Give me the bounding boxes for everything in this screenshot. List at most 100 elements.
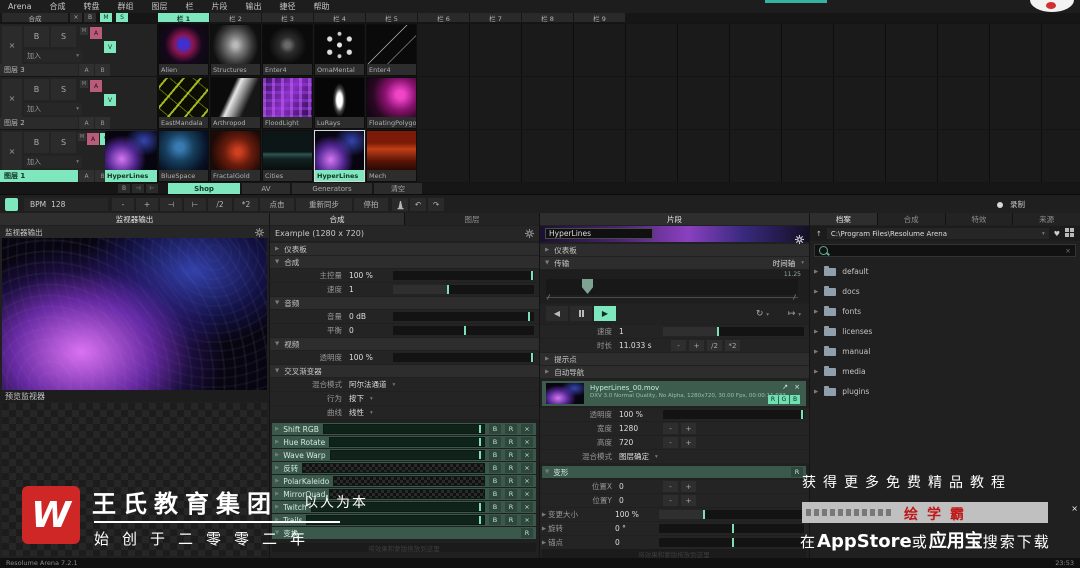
tab-effects[interactable]: 特效 (945, 213, 1013, 225)
clip-cell[interactable]: Mech (366, 130, 417, 182)
tab-composition[interactable]: 合成 (270, 213, 404, 225)
effect-remove-button[interactable]: × (521, 476, 533, 486)
clip-cell[interactable]: Arthropod (210, 77, 261, 129)
pan-slider[interactable] (393, 326, 534, 335)
anchor-slider[interactable] (659, 538, 804, 547)
effect-row-wave-warp[interactable]: ▶ Wave Warp B R × (272, 449, 536, 461)
layer-join-dropdown[interactable]: 加入 ▾ (24, 50, 82, 62)
effect-bypass-button[interactable]: B (489, 502, 501, 512)
composition-s-toggle[interactable]: S (116, 13, 128, 22)
empty-clip-cells[interactable] (418, 130, 1080, 182)
v-toggle[interactable]: V (104, 94, 116, 106)
effect-opacity-slider[interactable] (322, 424, 485, 434)
deck-prev-icon[interactable]: ⊣ (132, 184, 144, 193)
posy-increase-button[interactable]: + (681, 495, 696, 506)
effect-opacity-slider[interactable] (329, 437, 485, 447)
section-composition[interactable]: ▼ 合成 (270, 256, 539, 268)
menu-clip[interactable]: 片段 (211, 1, 227, 12)
a-toggle[interactable]: A (90, 80, 102, 92)
section-video[interactable]: ▼ 视频 (270, 338, 539, 350)
crossfader-a-cell[interactable]: A (79, 64, 94, 76)
effect-reset-button[interactable]: R (505, 502, 517, 512)
param-value[interactable]: 11.033 s (619, 341, 671, 350)
layer-bypass-button[interactable]: B (24, 79, 49, 100)
loop-mode-icon[interactable]: ↻ ▾ (756, 309, 769, 319)
section-dashboard[interactable]: ▶ 仪表板 (270, 243, 539, 255)
clip-cell[interactable]: FloodLight (262, 77, 313, 129)
effect-remove-button[interactable]: × (521, 437, 533, 447)
view-grid-icon[interactable] (1065, 228, 1074, 239)
menu-column[interactable]: 栏 (185, 1, 193, 12)
empty-clip-cells[interactable] (418, 24, 1080, 76)
menu-group[interactable]: 群组 (117, 1, 133, 12)
metronome-icon[interactable] (392, 198, 408, 211)
param-value[interactable]: 100 % (619, 410, 663, 419)
layer-solo-button[interactable]: S (51, 26, 76, 47)
column-header-7[interactable]: 栏 7 (470, 13, 521, 23)
effect-row-hue-rotate[interactable]: ▶ Hue Rotate B R × (272, 436, 536, 448)
m-toggle[interactable]: M (80, 27, 88, 35)
posy-decrease-button[interactable]: - (663, 495, 678, 506)
beat-nudge-right-button[interactable]: ⊢ (184, 198, 206, 211)
height-increase-button[interactable]: + (681, 437, 696, 448)
clip-cell[interactable]: BlueSpace (158, 130, 209, 182)
column-header-8[interactable]: 栏 8 (522, 13, 573, 23)
up-directory-icon[interactable]: ↑ (816, 230, 822, 238)
effect-bypass-button[interactable]: B (489, 424, 501, 434)
column-header-4[interactable]: 栏 4 (314, 13, 365, 23)
deck-tab-av[interactable]: AV (242, 183, 290, 194)
a-toggle[interactable]: A (87, 133, 99, 145)
deck-tab-shop[interactable]: Shop (168, 183, 240, 194)
bpm-half-button[interactable]: /2 (208, 198, 232, 211)
bpm-resync-button[interactable]: 重新同步 (296, 198, 352, 211)
effect-remove-button[interactable]: × (521, 515, 533, 525)
crossfader-b-cell[interactable]: B (95, 64, 110, 76)
blend-mode-dropdown[interactable]: 阿尔法通道 ▾ (349, 379, 395, 390)
opacity-slider[interactable] (393, 353, 534, 362)
behaviour-dropdown[interactable]: 按下 ▾ (349, 393, 373, 404)
tab-clip[interactable]: 片段 (540, 213, 809, 225)
effect-reset-button[interactable]: R (505, 515, 517, 525)
layer-name[interactable]: 图层 1 (0, 170, 78, 182)
clip-cell[interactable]: Cities (262, 130, 313, 182)
layer-name[interactable]: 图层 2 (0, 117, 78, 129)
section-crossfader[interactable]: ▼ 交叉渐变器 (270, 365, 539, 377)
clip-cell[interactable]: Enter4 (366, 24, 417, 76)
beat-nudge-left-button[interactable]: ⊣ (160, 198, 182, 211)
effect-bypass-button[interactable]: B (489, 437, 501, 447)
curve-dropdown[interactable]: 线性 ▾ (349, 407, 373, 418)
effect-bypass-button[interactable]: B (489, 515, 501, 525)
layer-join-dropdown[interactable]: 加入 ▾ (24, 156, 82, 168)
section-transform[interactable]: ▼ 变形 R (542, 466, 806, 478)
param-value[interactable]: 720 (619, 438, 663, 447)
layer-x-button[interactable]: × (2, 132, 22, 170)
column-header-1[interactable]: 栏 1 (158, 13, 209, 23)
effect-reset-button[interactable]: R (505, 424, 517, 434)
crossfader-a-cell[interactable]: A (79, 170, 94, 182)
menu-help[interactable]: 帮助 (313, 1, 329, 12)
effect-opacity-slider[interactable] (333, 476, 485, 486)
clip-cell-selected[interactable]: HyperLines (314, 130, 365, 182)
effect-row-shift-rgb[interactable]: ▶ Shift RGB B R × (272, 423, 536, 435)
deck-next-icon[interactable]: ⊢ (146, 184, 158, 193)
folder-row-plugins[interactable]: ▶ plugins (814, 385, 1014, 398)
v-toggle[interactable]: V (104, 41, 116, 53)
column-header-9[interactable]: 栏 9 (574, 13, 625, 23)
folder-row-fonts[interactable]: ▶ fonts (814, 305, 1014, 318)
layer-solo-button[interactable]: S (51, 132, 76, 153)
effect-opacity-slider[interactable] (329, 450, 485, 460)
crossfader-a-cell[interactable]: A (79, 117, 94, 129)
effect-reset-button[interactable]: R (505, 489, 517, 499)
deck-tab-empty[interactable]: 清空 (374, 183, 422, 194)
param-value[interactable]: 100 % (349, 271, 393, 280)
duration-increase-button[interactable]: + (689, 340, 704, 351)
menu-layer[interactable]: 图层 (151, 1, 167, 12)
composition-active-indicator[interactable] (5, 198, 18, 211)
section-cuepoints[interactable]: ▶ 提示点 (540, 353, 809, 365)
play-backwards-button[interactable]: ◀ (546, 306, 568, 321)
volume-slider[interactable] (393, 312, 534, 321)
r-channel-toggle[interactable]: R (768, 395, 778, 404)
play-button[interactable]: ▶ (594, 306, 616, 321)
clip-cell[interactable]: Alien (158, 24, 209, 76)
m-toggle[interactable]: M (78, 133, 86, 141)
